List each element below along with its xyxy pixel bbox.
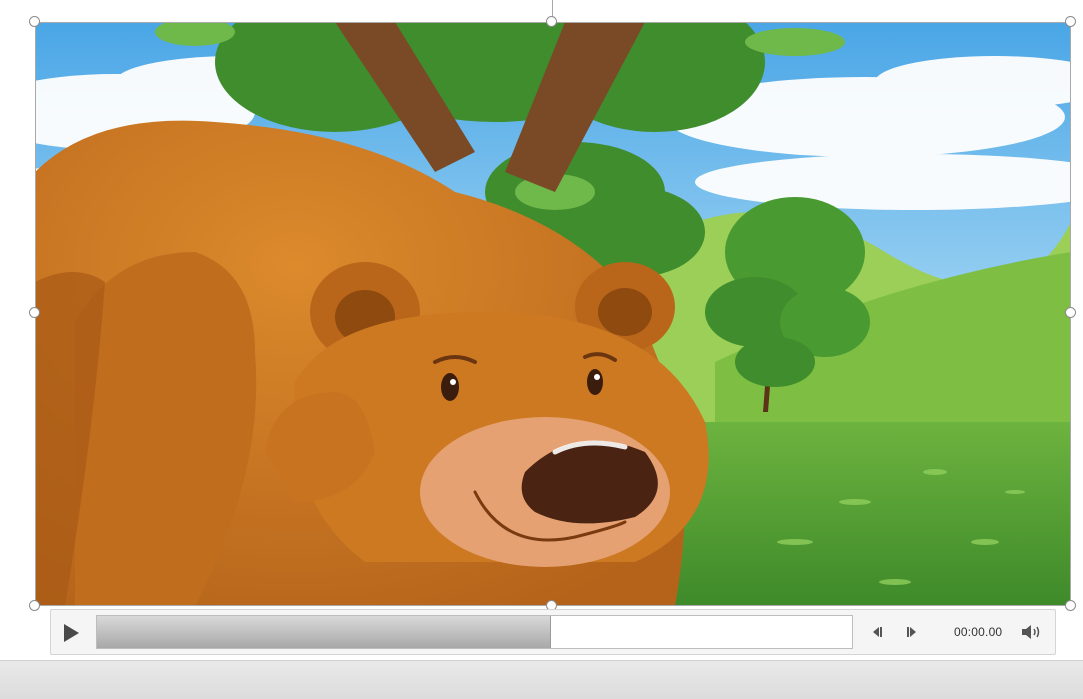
resize-handle-bottom-left[interactable]	[29, 600, 40, 611]
step-forward-icon	[907, 627, 916, 637]
play-icon	[64, 624, 79, 642]
play-button[interactable]	[61, 622, 81, 644]
resize-handle-bottom-right[interactable]	[1065, 600, 1076, 611]
resize-handle-left[interactable]	[29, 307, 40, 318]
resize-handle-top-left[interactable]	[29, 16, 40, 27]
status-strip	[0, 660, 1083, 699]
resize-handle-top[interactable]	[546, 16, 557, 27]
step-forward-button[interactable]	[906, 625, 920, 644]
time-display: 00:00.00	[954, 625, 1003, 639]
resize-handle-right[interactable]	[1065, 307, 1076, 318]
video-frame[interactable]	[35, 22, 1071, 606]
seek-bar-progress	[97, 616, 551, 648]
volume-icon	[1022, 625, 1040, 639]
step-back-icon	[873, 627, 882, 637]
media-controls-bar: 00:00.00	[50, 609, 1056, 655]
resize-handle-top-right[interactable]	[1065, 16, 1076, 27]
seek-bar[interactable]	[96, 615, 853, 649]
video-poster-image	[35, 22, 1071, 606]
volume-button[interactable]	[1021, 624, 1043, 645]
step-back-button[interactable]	[869, 625, 883, 644]
